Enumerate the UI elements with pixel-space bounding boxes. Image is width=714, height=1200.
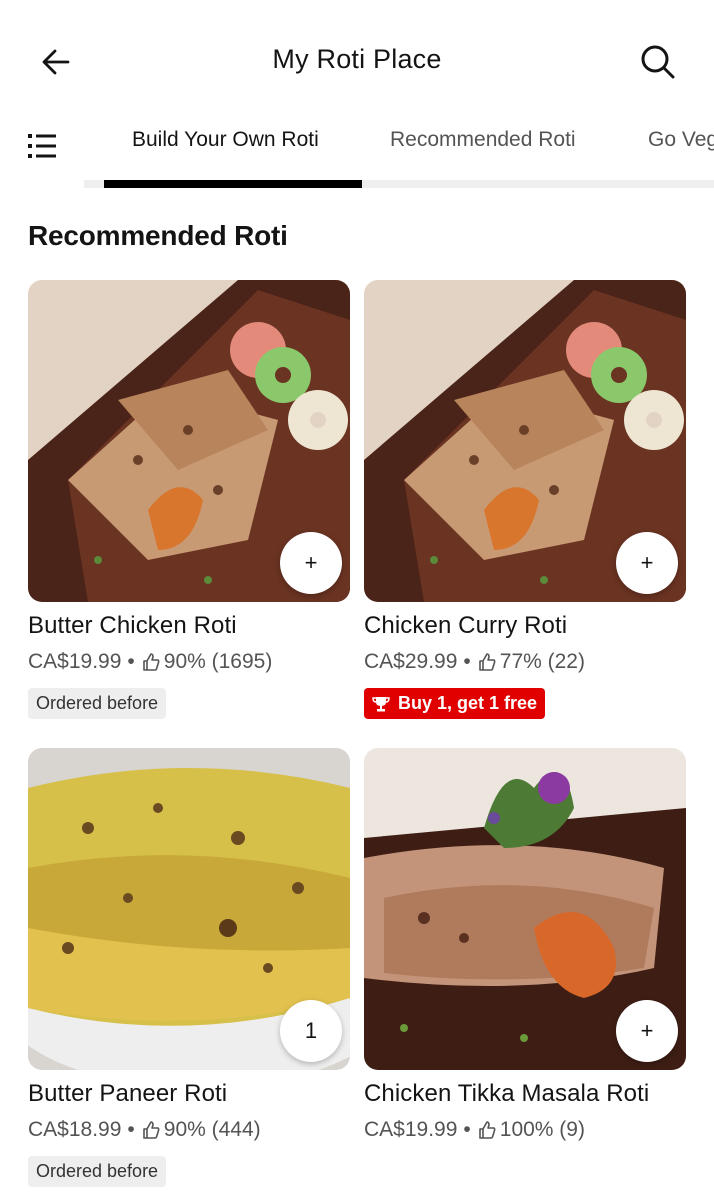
menu-item-card[interactable]: + Chicken Curry Roti CA$29.99 • 77% (22)…: [364, 280, 686, 719]
menu-item-card[interactable]: 1 Butter Paneer Roti CA$18.99 • 90% (444…: [28, 748, 350, 1187]
category-menu-button[interactable]: [26, 132, 62, 164]
item-name: Chicken Tikka Masala Roti: [364, 1080, 650, 1107]
item-price: CA$19.99: [364, 1118, 458, 1141]
store-title: My Roti Place: [272, 44, 442, 74]
item-photo[interactable]: +: [364, 748, 686, 1070]
item-rating: 100% (9): [499, 1118, 585, 1141]
search-icon: [641, 45, 675, 79]
item-price: CA$18.99: [28, 1118, 122, 1141]
item-meta: CA$29.99 • 77% (22): [364, 650, 686, 674]
separator-dot: •: [127, 1118, 135, 1141]
separator-dot: •: [127, 650, 135, 673]
item-name: Butter Chicken Roti: [28, 612, 237, 639]
item-rating: 90% (1695): [163, 650, 273, 673]
thumbs-up-icon: [478, 1121, 496, 1139]
list-menu-icon: [28, 134, 56, 158]
item-name: Chicken Curry Roti: [364, 612, 568, 639]
item-price: CA$29.99: [364, 650, 458, 673]
ordered-before-badge: Ordered before: [28, 1156, 167, 1187]
item-meta: CA$19.99 • 100% (9): [364, 1118, 686, 1142]
menu-item-card[interactable]: + Butter Chicken Roti CA$19.99 • 90% (16…: [28, 280, 350, 719]
item-photo[interactable]: +: [364, 280, 686, 602]
promo-text: Buy 1, get 1 free: [398, 693, 538, 713]
item-photo[interactable]: +: [28, 280, 350, 602]
tab-recommended-roti[interactable]: Recommended Roti: [390, 128, 576, 152]
promo-badge: Buy 1, get 1 free: [364, 688, 546, 719]
section-title: Recommended Roti: [28, 220, 288, 251]
item-meta: CA$18.99 • 90% (444): [28, 1118, 350, 1142]
active-tab-indicator: [104, 180, 362, 188]
search-button[interactable]: [636, 40, 680, 84]
add-to-cart-button[interactable]: +: [616, 1000, 678, 1062]
thumbs-up-icon: [142, 1121, 160, 1139]
category-tabs: Build Your Own Roti Recommended Roti Go …: [0, 112, 714, 188]
tab-go-veg[interactable]: Go Veg: [648, 128, 714, 152]
tab-build-your-own-roti[interactable]: Build Your Own Roti: [132, 128, 319, 152]
menu-item-card[interactable]: + Chicken Tikka Masala Roti CA$19.99 • 1…: [364, 748, 686, 1142]
item-rating: 77% (22): [499, 650, 585, 673]
add-to-cart-button[interactable]: +: [280, 532, 342, 594]
ordered-before-badge: Ordered before: [28, 688, 167, 719]
separator-dot: •: [463, 650, 471, 673]
add-to-cart-button[interactable]: +: [616, 532, 678, 594]
item-meta: CA$19.99 • 90% (1695): [28, 650, 350, 674]
thumbs-up-icon: [478, 653, 496, 671]
trophy-icon: [372, 696, 390, 711]
top-app-bar: My Roti Place: [0, 0, 714, 120]
item-photo[interactable]: 1: [28, 748, 350, 1070]
item-rating: 90% (444): [163, 1118, 261, 1141]
separator-dot: •: [463, 1118, 471, 1141]
cart-quantity-button[interactable]: 1: [280, 1000, 342, 1062]
item-price: CA$19.99: [28, 650, 122, 673]
thumbs-up-icon: [142, 653, 160, 671]
item-name: Butter Paneer Roti: [28, 1080, 228, 1107]
